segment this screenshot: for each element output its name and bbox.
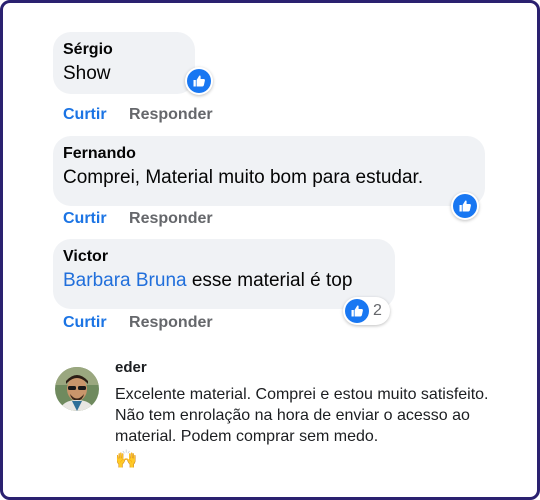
comment-text-body: esse material é top xyxy=(186,270,353,291)
review-author: eder xyxy=(115,359,147,376)
reaction-count: 2 xyxy=(373,302,382,319)
review-text: Excelente material. Comprei e estou muit… xyxy=(115,386,489,445)
like-thumb-icon xyxy=(345,299,369,323)
avatar[interactable] xyxy=(55,367,99,411)
screenshot-frame: Sérgio Show Curtir Responder Fernando Co… xyxy=(0,0,540,500)
comment-text: Show xyxy=(63,63,111,84)
raising-hands-icon: 🙌 xyxy=(115,449,138,469)
comment-author[interactable]: Victor xyxy=(63,247,385,267)
comment-bubble: Sérgio Show xyxy=(53,32,195,94)
like-link[interactable]: Curtir xyxy=(63,210,107,227)
avatar-image xyxy=(55,367,99,411)
reply-link[interactable]: Responder xyxy=(129,210,213,227)
like-thumb-icon xyxy=(453,194,477,218)
reaction-badge[interactable] xyxy=(185,67,213,95)
comment-author[interactable]: Sérgio xyxy=(63,40,185,60)
like-thumb-icon xyxy=(187,69,211,93)
comment-text: Comprei, Material muito bom para estudar… xyxy=(63,167,424,188)
comment-actions: Curtir Responder xyxy=(63,210,213,228)
reply-link[interactable]: Responder xyxy=(129,314,213,331)
comment-actions: Curtir Responder xyxy=(63,314,213,332)
comment-actions: Curtir Responder xyxy=(63,106,213,124)
comment-bubble: Victor Barbara Bruna esse material é top xyxy=(53,239,395,309)
reply-link[interactable]: Responder xyxy=(129,106,213,123)
like-link[interactable]: Curtir xyxy=(63,106,107,123)
review-text-block: Excelente material. Comprei e estou muit… xyxy=(115,384,515,470)
reaction-badge[interactable] xyxy=(451,192,479,220)
like-link[interactable]: Curtir xyxy=(63,314,107,331)
comment-text: Barbara Bruna esse material é top xyxy=(63,269,385,293)
comment-author[interactable]: Fernando xyxy=(63,144,475,164)
comment-bubble: Fernando Comprei, Material muito bom par… xyxy=(53,136,485,206)
reaction-badge[interactable]: 2 xyxy=(343,297,390,325)
mention-link[interactable]: Barbara Bruna xyxy=(63,270,187,291)
